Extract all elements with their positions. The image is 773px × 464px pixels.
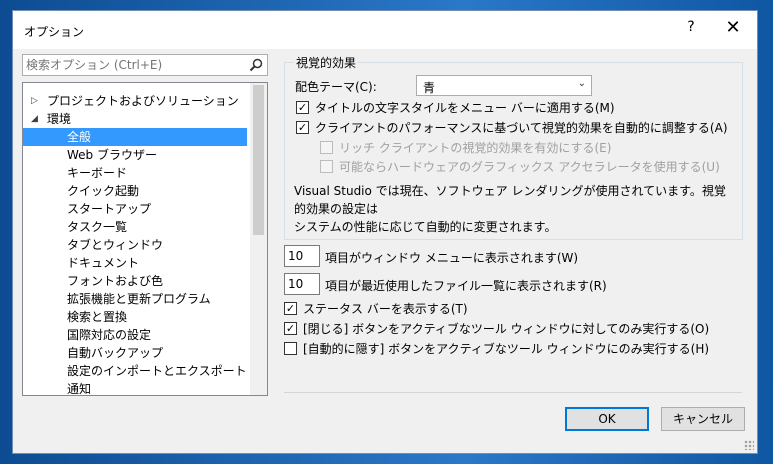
tree-item[interactable]: 設定のインポートとエクスポート <box>23 362 247 380</box>
tree-item-label: ドキュメント <box>67 256 140 270</box>
tree-item-label: 設定のインポートとエクスポート <box>67 364 247 378</box>
autohide-active-checkbox[interactable] <box>284 342 297 355</box>
tree-item[interactable]: 通知 <box>23 380 247 396</box>
rendering-info-line2: システムの性能に応じて自動的に変更されます。 <box>294 220 557 234</box>
tree-item-label: 全般 <box>67 130 92 144</box>
title-style-checkbox[interactable]: ✓ <box>296 101 309 114</box>
search-icon[interactable] <box>249 58 263 72</box>
close-active-checkbox[interactable]: ✓ <box>284 322 297 335</box>
tree-item-label: 国際対応の設定 <box>67 328 152 342</box>
window-menu-count-input[interactable] <box>284 245 320 267</box>
divider <box>284 392 742 393</box>
autohide-active-label: [自動的に隠す] ボタンをアクティブなツール ウィンドウにのみ実行する(H) <box>303 342 710 356</box>
hw-accel-label: 可能ならハードウェアのグラフィックス アクセラレータを使用する(U) <box>339 160 720 174</box>
rich-client-label: リッチ クライアントの視覚的効果を有効にする(E) <box>339 141 612 155</box>
tree-item[interactable]: 国際対応の設定 <box>23 326 247 344</box>
window-menu-count-label: 項目がウィンドウ メニューに表示されます(W) <box>325 251 579 265</box>
tree-item-label: スタートアップ <box>67 202 152 216</box>
dialog-title: オプション <box>24 25 85 39</box>
status-bar-checkbox[interactable]: ✓ <box>284 302 297 315</box>
tree-item-label: タブとウィンドウ <box>67 238 164 252</box>
tree-item[interactable]: ▷ プロジェクトおよびソリューション <box>23 92 247 110</box>
scrollbar-thumb[interactable] <box>253 85 264 235</box>
tree-item[interactable]: 検索と置換 <box>23 308 247 326</box>
title-style-label: タイトルの文字スタイルをメニュー バーに適用する(M) <box>315 101 615 115</box>
collapse-arrow-icon[interactable]: ◢ <box>31 110 38 128</box>
hw-accel-checkbox[interactable] <box>320 160 333 173</box>
recent-files-count-input[interactable] <box>284 273 320 295</box>
search-input[interactable] <box>26 57 236 73</box>
tree-item[interactable]: スタートアップ <box>23 200 247 218</box>
client-perf-checkbox[interactable]: ✓ <box>296 121 309 134</box>
options-dialog: オプション ? ✕ ▷ プロジェクトおよびソリューション ◢ 環境全般 Web ブラウザ… <box>12 10 758 454</box>
status-bar-label: ステータス バーを表示する(T) <box>303 302 468 316</box>
cancel-button[interactable]: キャンセル <box>661 407 745 431</box>
tree-item-label: 拡張機能と更新プログラム <box>67 292 211 306</box>
tree-item[interactable]: 自動バックアップ <box>23 344 247 362</box>
tree-item-label: キーボード <box>67 166 128 180</box>
recent-files-count-label: 項目が最近使用したファイル一覧に表示されます(R) <box>325 279 607 293</box>
tree-item-label: タスク一覧 <box>67 220 128 234</box>
tree-item-label: Web ブラウザー <box>67 148 157 162</box>
theme-label: 配色テーマ(C): <box>295 80 377 94</box>
rich-client-checkbox[interactable] <box>320 141 333 154</box>
tree-item[interactable]: タブとウィンドウ <box>23 236 247 254</box>
options-tree[interactable]: ▷ プロジェクトおよびソリューション ◢ 環境全般 Web ブラウザー キーボードクイック… <box>22 82 268 396</box>
tree-item[interactable]: クイック起動 <box>23 182 247 200</box>
group-title: 視覚的効果 <box>294 54 359 71</box>
tree-item[interactable]: 全般 <box>23 128 247 146</box>
help-button[interactable]: ? <box>681 19 701 41</box>
tree-item-label: 環境 <box>47 112 72 126</box>
rendering-info-line1: Visual Studio では現在、ソフトウェア レンダリングが使用されていま… <box>294 184 726 216</box>
tree-item-label: 検索と置換 <box>67 310 128 324</box>
tree-item[interactable]: フォントおよび色 <box>23 272 247 290</box>
theme-value: 青 <box>423 81 436 95</box>
tree-item[interactable]: ◢ 環境 <box>23 110 247 128</box>
tree-item-label: フォントおよび色 <box>67 274 164 288</box>
tree-item[interactable]: 拡張機能と更新プログラム <box>23 290 247 308</box>
tree-item-label: クイック起動 <box>67 184 140 198</box>
resize-grip-icon[interactable] <box>744 440 754 450</box>
client-perf-label: クライアントのパフォーマンスに基づいて視覚的効果を自動的に調整する(A) <box>315 121 728 135</box>
tree-item[interactable]: キーボード <box>23 164 247 182</box>
tree-item-label: プロジェクトおよびソリューション <box>47 94 239 108</box>
tree-item[interactable]: ドキュメント <box>23 254 247 272</box>
theme-select[interactable]: 青 ⌄ <box>416 75 592 96</box>
close-button[interactable]: ✕ <box>721 17 745 41</box>
ok-button[interactable]: OK <box>565 407 649 431</box>
search-box <box>22 54 268 76</box>
expand-arrow-icon[interactable]: ▷ <box>31 92 38 110</box>
close-active-label: [閉じる] ボタンをアクティブなツール ウィンドウに対してのみ実行する(O) <box>303 322 710 336</box>
tree-item-label: 自動バックアップ <box>67 346 164 360</box>
tree-item[interactable]: タスク一覧 <box>23 218 247 236</box>
chevron-down-icon: ⌄ <box>577 78 586 89</box>
tree-item[interactable]: Web ブラウザー <box>23 146 247 164</box>
tree-scrollbar[interactable] <box>250 83 267 395</box>
rendering-info: Visual Studio では現在、ソフトウェア レンダリングが使用されていま… <box>294 182 734 236</box>
tree-item-label: 通知 <box>67 382 92 396</box>
title-bar: オプション ? ✕ <box>13 11 757 49</box>
